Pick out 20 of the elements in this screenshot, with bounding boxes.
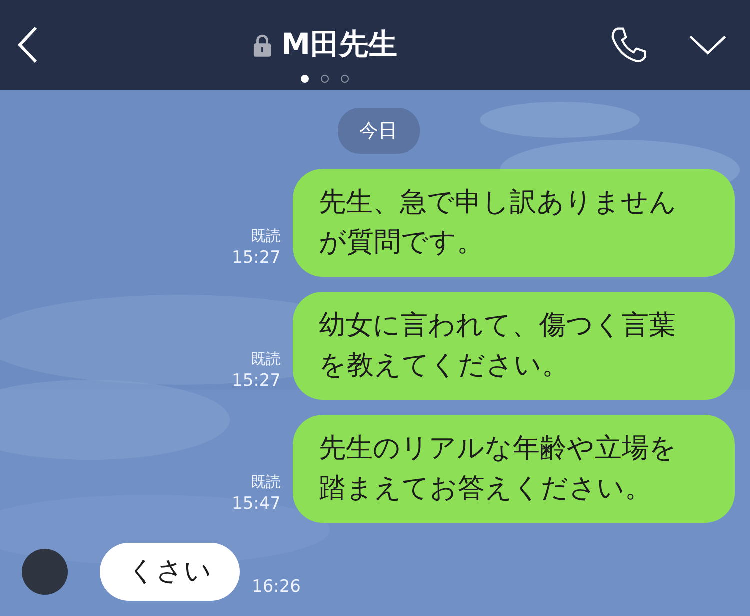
back-icon[interactable] bbox=[16, 25, 40, 65]
message-time: 15:27 bbox=[232, 370, 281, 392]
message-bubble: 幼女に言われて、傷つく言葉を教えてください。 bbox=[293, 292, 735, 400]
message-bubble: くさい bbox=[100, 543, 240, 601]
lock-icon bbox=[252, 34, 272, 56]
date-label: 今日 bbox=[338, 108, 420, 154]
message-bubble: 先生、急で申し訳ありませんが質問です。 bbox=[293, 169, 735, 277]
read-receipt: 既読 bbox=[251, 472, 281, 493]
page-dot[interactable] bbox=[341, 75, 349, 83]
read-receipt: 既読 bbox=[251, 349, 281, 370]
chat-title: M田先生 bbox=[282, 26, 398, 63]
read-receipt: 既読 bbox=[251, 226, 281, 247]
message-time: 15:47 bbox=[232, 493, 281, 515]
page-dot[interactable] bbox=[321, 75, 329, 83]
message-time: 15:27 bbox=[232, 247, 281, 269]
avatar-icon[interactable] bbox=[22, 549, 68, 595]
phone-icon[interactable] bbox=[610, 26, 648, 64]
message-time: 16:26 bbox=[252, 577, 301, 599]
chevron-down-icon[interactable] bbox=[688, 34, 728, 56]
message-bubble: 先生のリアルな年齢や立場を踏まえてお答えください。 bbox=[293, 415, 735, 523]
